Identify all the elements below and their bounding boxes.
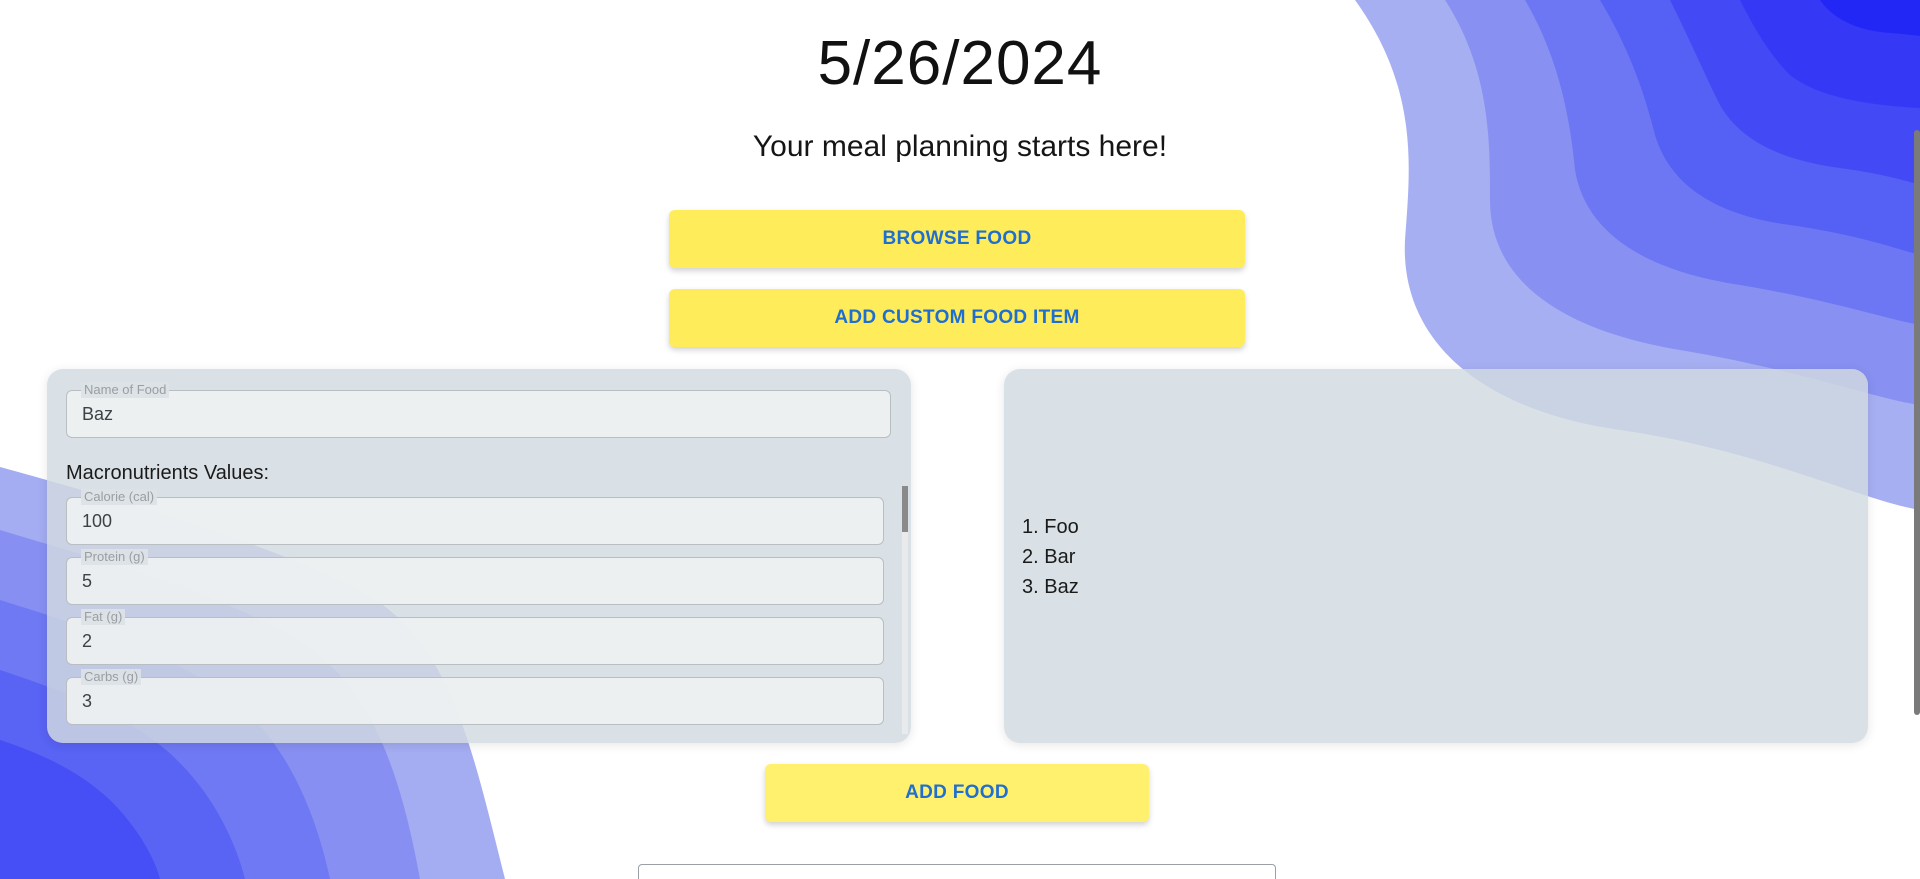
food-list-panel: 1. Foo 2. Bar 3. Baz [1004,369,1868,743]
list-item[interactable]: 2. Bar [1022,542,1079,572]
list-item[interactable]: 3. Baz [1022,572,1079,602]
page-scrollbar[interactable] [1914,130,1920,715]
protein-field[interactable]: Protein (g) 5 [66,549,884,605]
main-content: 5/26/2024 Your meal planning starts here… [0,0,1920,879]
bottom-input-box[interactable] [638,864,1276,879]
page-tagline: Your meal planning starts here! [752,130,1168,163]
fat-field[interactable]: Fat (g) 2 [66,609,884,665]
list-item[interactable]: 1. Foo [1022,512,1079,542]
macronutrients-title: Macronutrients Values: [66,462,270,484]
page: 5/26/2024 Your meal planning starts here… [0,0,1920,879]
food-name-field[interactable]: Name of Food Baz [66,382,891,438]
add-food-button[interactable]: ADD FOOD [765,764,1149,822]
page-date: 5/26/2024 [817,29,1103,98]
calorie-input[interactable]: 100 [82,498,112,544]
calorie-field[interactable]: Calorie (cal) 100 [66,489,884,545]
carbs-field[interactable]: Carbs (g) 3 [66,669,884,725]
macronutrients-scrollbar[interactable] [902,486,908,734]
custom-food-form: Name of Food Baz Macronutrients Values: … [47,369,911,743]
food-name-input[interactable]: Baz [82,391,113,437]
scrollbar-thumb[interactable] [902,486,908,532]
carbs-input[interactable]: 3 [82,678,92,724]
add-custom-food-button[interactable]: ADD CUSTOM FOOD ITEM [669,289,1245,347]
fat-input[interactable]: 2 [82,618,92,664]
browse-food-button[interactable]: BROWSE FOOD [669,210,1245,268]
food-list: 1. Foo 2. Bar 3. Baz [1022,512,1079,602]
protein-input[interactable]: 5 [82,558,92,604]
macronutrients-scroll-area[interactable]: Calorie (cal) 100 Protein (g) 5 Fat (g) … [66,486,908,734]
